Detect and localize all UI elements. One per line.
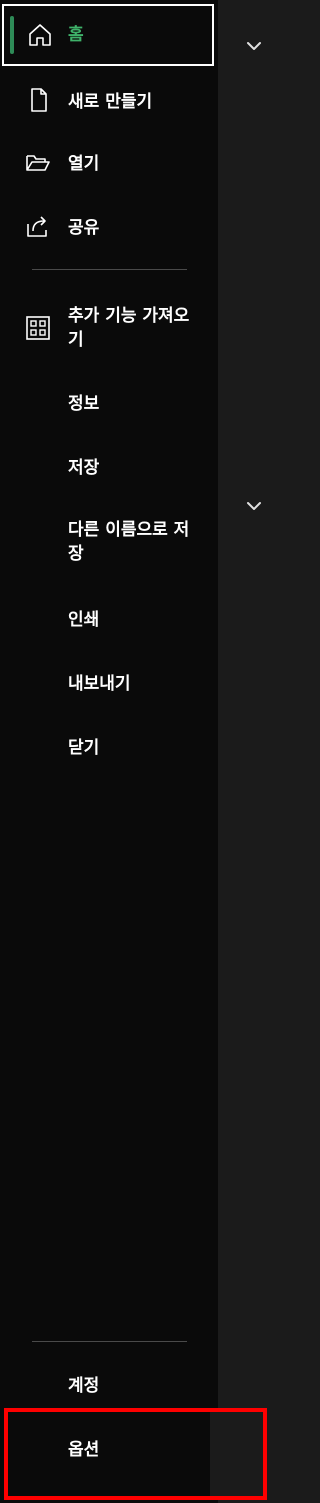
nav-item-info[interactable]: 정보: [0, 388, 218, 420]
nav-item-close[interactable]: 닫기: [0, 732, 218, 764]
selected-indicator: [10, 16, 14, 54]
chevron-down-icon[interactable]: [244, 36, 264, 56]
nav-item-save[interactable]: 저장: [0, 452, 218, 484]
sidebar-divider-bottom: [32, 1341, 187, 1342]
nav-label-account: 계정: [68, 1376, 100, 1396]
nav-item-account[interactable]: 계정: [0, 1370, 218, 1402]
nav-label-home: 홈: [68, 25, 84, 45]
nav-item-share[interactable]: 공유: [0, 208, 218, 248]
nav-label-save: 저장: [68, 458, 100, 478]
chevron-down-icon[interactable]: [244, 496, 264, 516]
nav-label-info: 정보: [68, 394, 100, 414]
nav-label-options: 옵션: [68, 1440, 100, 1460]
nav-label-get-addins: 추가 기능 가져오기: [68, 306, 190, 350]
nav-item-export[interactable]: 내보내기: [0, 668, 218, 700]
content-panel-edge: [218, 0, 271, 1503]
addins-grid-icon: [26, 316, 50, 340]
nav-label-close: 닫기: [68, 738, 100, 758]
new-document-icon: [31, 88, 47, 112]
nav-item-home[interactable]: 홈: [2, 4, 214, 66]
sidebar-divider: [32, 269, 187, 270]
nav-label-share: 공유: [68, 218, 100, 238]
nav-label-print: 인쇄: [68, 610, 100, 630]
nav-label-save-as: 다른 이름으로 저장: [68, 520, 190, 564]
nav-item-save-as[interactable]: 다른 이름으로 저장: [0, 516, 218, 570]
nav-label-export: 내보내기: [68, 674, 131, 694]
nav-label-open: 열기: [68, 154, 100, 174]
home-icon: [29, 24, 51, 46]
nav-item-options[interactable]: 옵션: [0, 1434, 218, 1466]
nav-item-new[interactable]: 새로 만들기: [0, 82, 218, 122]
file-backstage: 홈 새로 만들기 열기 공유 추가 기능 가져오기 정보 저장 다른 이름으로 …: [0, 0, 271, 1503]
nav-item-get-addins[interactable]: 추가 기능 가져오기: [0, 302, 218, 356]
nav-label-new: 새로 만들기: [68, 92, 153, 112]
nav-item-print[interactable]: 인쇄: [0, 604, 218, 636]
nav-item-open[interactable]: 열기: [0, 144, 218, 184]
share-icon: [27, 216, 47, 237]
open-folder-icon: [26, 155, 50, 171]
